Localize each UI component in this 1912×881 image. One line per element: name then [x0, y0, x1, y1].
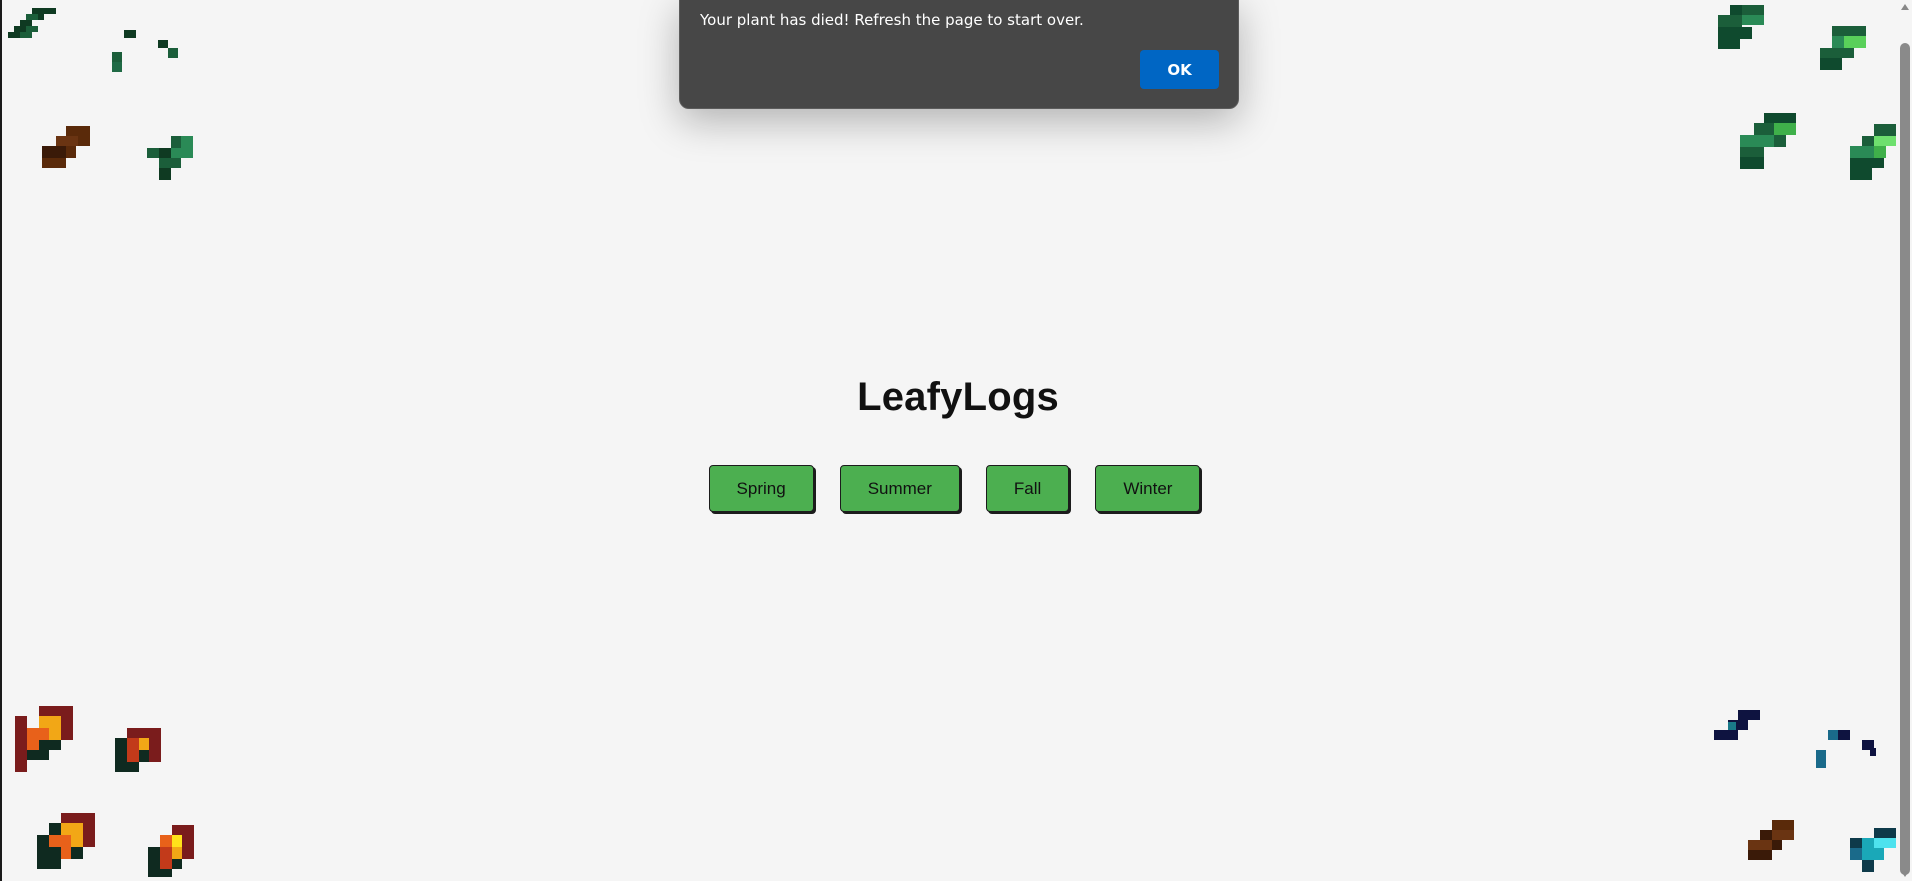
leaf-icon	[147, 136, 193, 180]
spring-button[interactable]: Spring	[708, 465, 814, 512]
winter-leaf-icon	[1850, 828, 1896, 872]
leaf-icon	[1740, 113, 1796, 169]
fall-leaf-icon	[37, 813, 95, 869]
scroll-up-arrow-icon[interactable]	[1901, 4, 1909, 10]
alert-message: Your plant has died! Refresh the page to…	[700, 11, 1084, 29]
leaf-icon	[112, 28, 184, 74]
winter-button[interactable]: Winter	[1095, 465, 1201, 512]
summer-button[interactable]: Summer	[839, 465, 960, 512]
scroll-down-arrow-icon[interactable]	[1901, 871, 1909, 877]
leaf-icon	[8, 8, 56, 44]
page-title: LeafyLogs	[857, 375, 1059, 419]
fall-leaf-icon	[148, 825, 194, 877]
winter-leaf-icon	[1816, 730, 1876, 770]
fall-leaf-icon	[15, 706, 73, 772]
leaf-icon	[1820, 26, 1866, 70]
twig-icon	[42, 126, 90, 170]
scrollbar-thumb[interactable]	[1900, 43, 1910, 875]
main-content: LeafyLogs Spring Summer Fall Winter	[2, 375, 1912, 512]
twig-icon	[1748, 820, 1794, 860]
winter-leaf-icon	[1714, 710, 1760, 742]
ok-button[interactable]: OK	[1140, 50, 1219, 89]
fall-button[interactable]: Fall	[985, 465, 1070, 512]
vertical-scrollbar[interactable]	[1898, 0, 1912, 881]
fall-leaf-icon	[115, 728, 161, 772]
alert-dialog: Your plant has died! Refresh the page to…	[679, 0, 1239, 109]
page-viewport: LeafyLogs Spring Summer Fall Winter Your…	[0, 0, 1912, 881]
leaf-icon	[1718, 5, 1764, 49]
leaf-icon	[1850, 124, 1896, 180]
season-button-row: Spring Summer Fall Winter	[0, 465, 1912, 512]
